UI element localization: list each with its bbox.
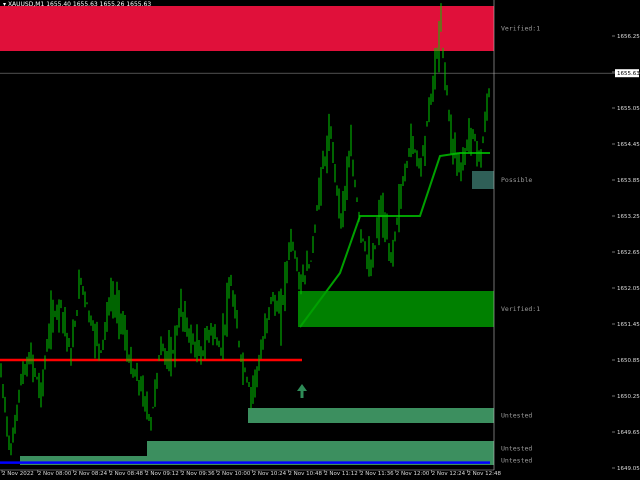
price-chart[interactable]: Verified:1 Possible Verified:1 Untested Unte…: [0, 0, 640, 480]
time-tick-label: 2 Nov 2022: [2, 471, 34, 477]
price-tick-label: 1653.25: [617, 214, 640, 220]
time-tick-label: 2 Nov 12:24: [432, 471, 466, 477]
dropdown-triangle-icon[interactable]: ▾: [3, 1, 6, 8]
time-tick-label: 2 Nov 12:48: [467, 471, 501, 477]
demand-zone-untested-1: [248, 408, 494, 423]
price-tick-label: 1652.65: [617, 250, 640, 256]
supply-zone-verified-top: [0, 6, 494, 51]
demand-zone-untested-1-label: Untested: [501, 412, 532, 420]
demand-zone-verified: [298, 291, 494, 327]
current-price-label: 1655.63: [617, 71, 640, 77]
ohlc-values: 1655.40 1655.63 1655.26 1655.63: [46, 1, 152, 8]
price-tick-label: 1653.85: [617, 178, 640, 184]
time-tick-label: 2 Nov 10:24: [253, 471, 287, 477]
time-tick-label: 2 Nov 10:48: [288, 471, 322, 477]
supply-zone-possible-label: Possible: [501, 176, 532, 184]
time-tick-label: 2 Nov 09:12: [145, 471, 179, 477]
demand-zone-untested-2-label: Untested: [501, 445, 532, 453]
time-tick-label: 2 Nov 11:36: [360, 471, 394, 477]
price-tick-label: 1655.05: [617, 106, 640, 112]
supply-zone-verified-top-label: Verified:1: [501, 25, 540, 33]
price-tick-label: 1651.45: [617, 322, 640, 328]
price-tick-label: 1652.05: [617, 286, 640, 292]
demand-zone-untested-2: [147, 441, 494, 456]
time-tick-label: 2 Nov 08:24: [74, 471, 108, 477]
time-tick-label: 2 Nov 08:00: [38, 471, 72, 477]
time-tick-label: 2 Nov 12:00: [396, 471, 430, 477]
price-tick-label: 1649.05: [617, 466, 640, 472]
price-tick-label: 1650.25: [617, 394, 640, 400]
price-tick-label: 1650.85: [617, 358, 640, 364]
supply-zone-possible: [472, 171, 494, 189]
price-tick-label: 1656.25: [617, 34, 640, 40]
time-tick-label: 2 Nov 10:00: [217, 471, 251, 477]
chart-header: ▾ XAUUSD,M1 1655.40 1655.63 1655.26 1655…: [3, 1, 151, 8]
symbol-label: XAUUSD,M1: [7, 1, 45, 8]
price-tick-label: 1649.65: [617, 430, 640, 436]
demand-zone-untested-3-label: Untested: [501, 457, 532, 465]
time-tick-label: 2 Nov 09:36: [181, 471, 215, 477]
time-tick-label: 2 Nov 08:48: [109, 471, 143, 477]
demand-zone-verified-label: Verified:1: [501, 305, 540, 313]
price-tick-label: 1654.45: [617, 142, 640, 148]
time-tick-label: 2 Nov 11:12: [324, 471, 358, 477]
